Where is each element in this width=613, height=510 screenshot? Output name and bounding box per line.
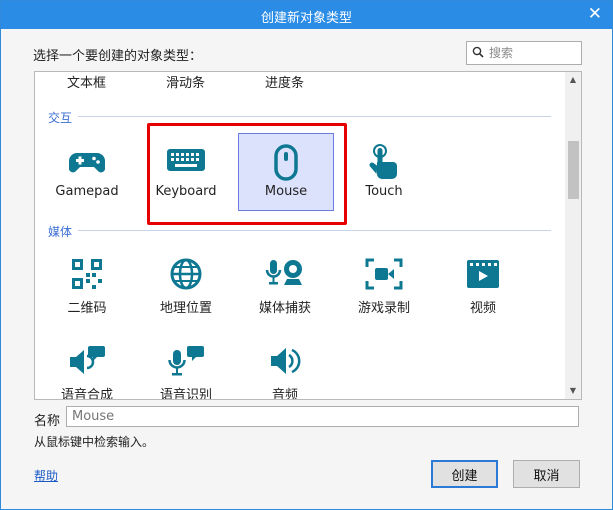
name-field[interactable] xyxy=(66,406,579,427)
search-input[interactable] xyxy=(487,43,579,63)
search-box[interactable] xyxy=(466,41,582,65)
title-bar[interactable]: 创建新对象类型 ✕ xyxy=(1,1,612,29)
item-qr-code[interactable]: 二维码 xyxy=(40,247,134,323)
list-item[interactable]: 进度条 xyxy=(265,72,304,91)
item-label: 二维码 xyxy=(67,301,107,316)
mic-camera-icon xyxy=(238,257,332,291)
list-item[interactable]: 滑动条 xyxy=(166,72,205,91)
vertical-scrollbar[interactable]: ▲ ▼ xyxy=(565,72,581,399)
item-label: 地理位置 xyxy=(159,301,212,316)
item-label: 语音合成 xyxy=(60,388,113,400)
item-geolocation[interactable]: 地理位置 xyxy=(139,247,233,323)
video-icon xyxy=(436,257,530,291)
search-icon xyxy=(472,46,484,58)
item-speech-recognition[interactable]: 语音识别 xyxy=(139,334,233,400)
highlight-box xyxy=(147,123,347,225)
item-media-capture[interactable]: 媒体捕获 xyxy=(238,247,332,323)
prompt-text: 选择一个要创建的对象类型： xyxy=(33,49,203,64)
speech-synthesis-icon xyxy=(40,344,134,378)
category-media-label: 媒体 xyxy=(48,225,73,239)
item-label: 媒体捕获 xyxy=(258,301,311,316)
item-label: 视频 xyxy=(469,301,496,316)
item-gamepad[interactable]: Gamepad xyxy=(40,134,134,210)
item-speech-synthesis[interactable]: 语音合成 xyxy=(40,334,134,400)
item-label: 音频 xyxy=(271,388,298,400)
scrollbar-thumb[interactable] xyxy=(568,141,579,199)
scroll-down-icon[interactable]: ▼ xyxy=(565,383,581,399)
item-label: Touch xyxy=(365,184,403,199)
object-type-list[interactable]: 文本框 滑动条 进度条 交互 Gamepad Keyboard Mouse To… xyxy=(34,71,582,400)
scroll-up-icon[interactable]: ▲ xyxy=(565,72,581,88)
item-video[interactable]: 视频 xyxy=(436,247,530,323)
item-audio[interactable]: 音频 xyxy=(238,334,332,400)
name-label: 名称 xyxy=(34,414,61,429)
dialog-title: 创建新对象类型 xyxy=(260,11,352,26)
speech-recognition-icon xyxy=(139,344,233,378)
record-icon xyxy=(337,257,431,291)
item-label: 语音识别 xyxy=(159,388,212,400)
item-game-recording[interactable]: 游戏录制 xyxy=(337,247,431,323)
category-interaction-label: 交互 xyxy=(48,111,73,125)
item-label: Gamepad xyxy=(55,184,119,199)
create-button[interactable]: 创建 xyxy=(431,460,498,488)
gamepad-icon xyxy=(40,144,134,178)
help-link[interactable]: 帮助 xyxy=(34,467,58,484)
cancel-button[interactable]: 取消 xyxy=(513,460,580,488)
globe-icon xyxy=(139,257,233,291)
close-icon[interactable]: ✕ xyxy=(588,4,602,24)
audio-icon xyxy=(238,344,332,378)
description-text: 从鼠标键中检索输入。 xyxy=(34,435,155,449)
touch-icon xyxy=(337,144,431,179)
qr-code-icon xyxy=(40,257,134,291)
list-item[interactable]: 文本框 xyxy=(67,72,106,91)
item-label: 游戏录制 xyxy=(357,301,410,316)
item-touch[interactable]: Touch xyxy=(337,134,431,210)
category-divider xyxy=(78,116,551,117)
create-object-dialog: 创建新对象类型 ✕ 选择一个要创建的对象类型： 文本框 滑动条 进度条 交互 G… xyxy=(0,0,613,510)
category-divider xyxy=(78,230,551,231)
